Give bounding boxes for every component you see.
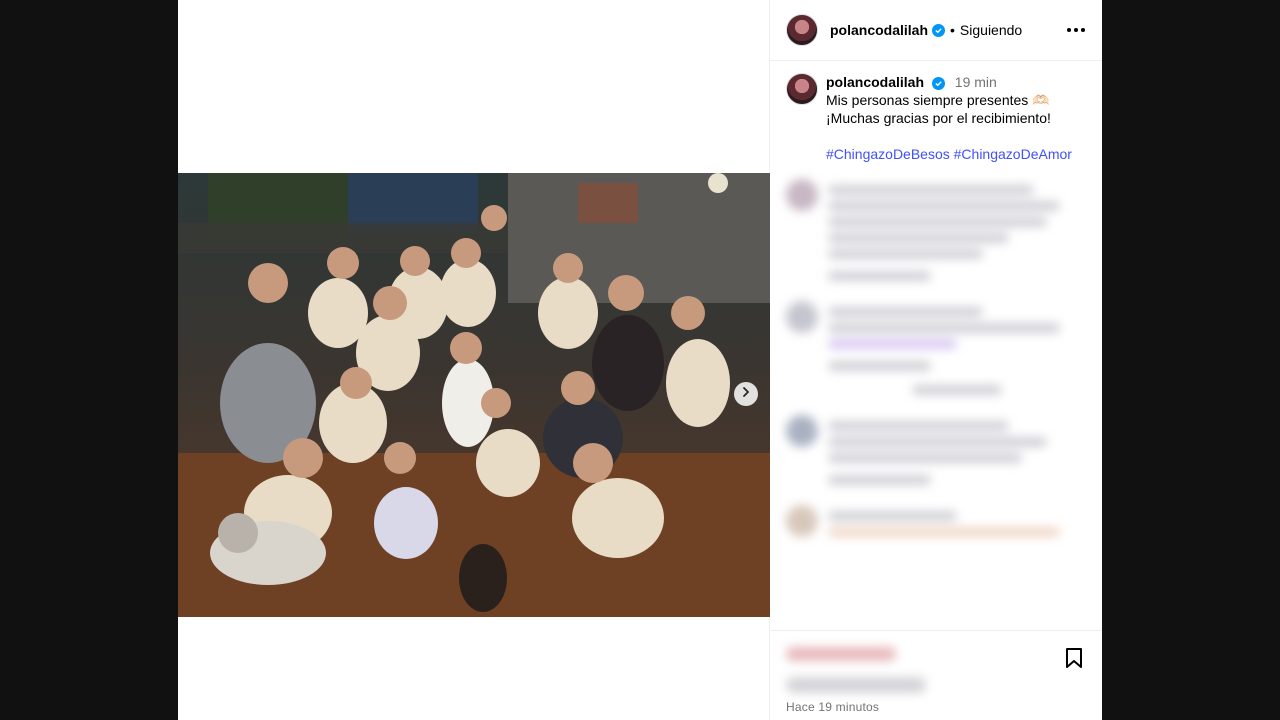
caption-line-1: Mis personas siempre presentes 🫶🏻 <box>826 92 1050 108</box>
post-side-panel: polancodalilah • Siguiendo polancodalila… <box>770 0 1102 720</box>
comments-list-blurred <box>770 179 1102 630</box>
hashtag-link[interactable]: #ChingazoDeAmor <box>954 146 1072 162</box>
comment-item <box>770 301 1102 401</box>
bookmark-icon[interactable] <box>1064 647 1084 674</box>
next-photo-button[interactable] <box>734 382 758 406</box>
caption-line-2: ¡Muchas gracias por el recibimiento! <box>826 110 1051 126</box>
post-header: polancodalilah • Siguiendo <box>770 0 1102 61</box>
likes-summary-blurred <box>786 647 926 693</box>
group-photo <box>178 173 770 617</box>
comment-item <box>770 505 1102 543</box>
post-modal: polancodalilah • Siguiendo polancodalila… <box>178 0 1102 720</box>
post-caption: polancodalilah 19 min Mis personas siemp… <box>770 61 1102 163</box>
hashtag-link[interactable]: #ChingazoDeBesos <box>826 146 950 162</box>
post-time-ago[interactable]: Hace 19 minutos <box>786 700 879 714</box>
commenter-avatar <box>786 505 818 537</box>
more-options-icon[interactable] <box>1064 18 1088 42</box>
caption-body: polancodalilah 19 min Mis personas siemp… <box>826 73 1072 163</box>
post-footer: Hace 19 minutos <box>770 630 1102 720</box>
comment-item <box>770 415 1102 491</box>
commenter-avatar <box>786 301 818 333</box>
following-button[interactable]: Siguiendo <box>960 22 1022 38</box>
author-avatar[interactable] <box>786 14 818 46</box>
post-media-panel <box>178 0 770 720</box>
separator-dot: • <box>950 22 955 38</box>
commenter-avatar <box>786 179 818 211</box>
comment-item <box>770 179 1102 287</box>
caption-timestamp[interactable]: 19 min <box>955 74 997 90</box>
verified-badge-icon <box>932 23 946 37</box>
commenter-avatar <box>786 415 818 447</box>
caption-username[interactable]: polancodalilah <box>826 74 924 90</box>
verified-badge-icon <box>931 77 945 90</box>
chevron-right-icon <box>740 385 752 403</box>
caption-author-avatar[interactable] <box>786 73 818 105</box>
author-username[interactable]: polancodalilah <box>830 22 928 38</box>
